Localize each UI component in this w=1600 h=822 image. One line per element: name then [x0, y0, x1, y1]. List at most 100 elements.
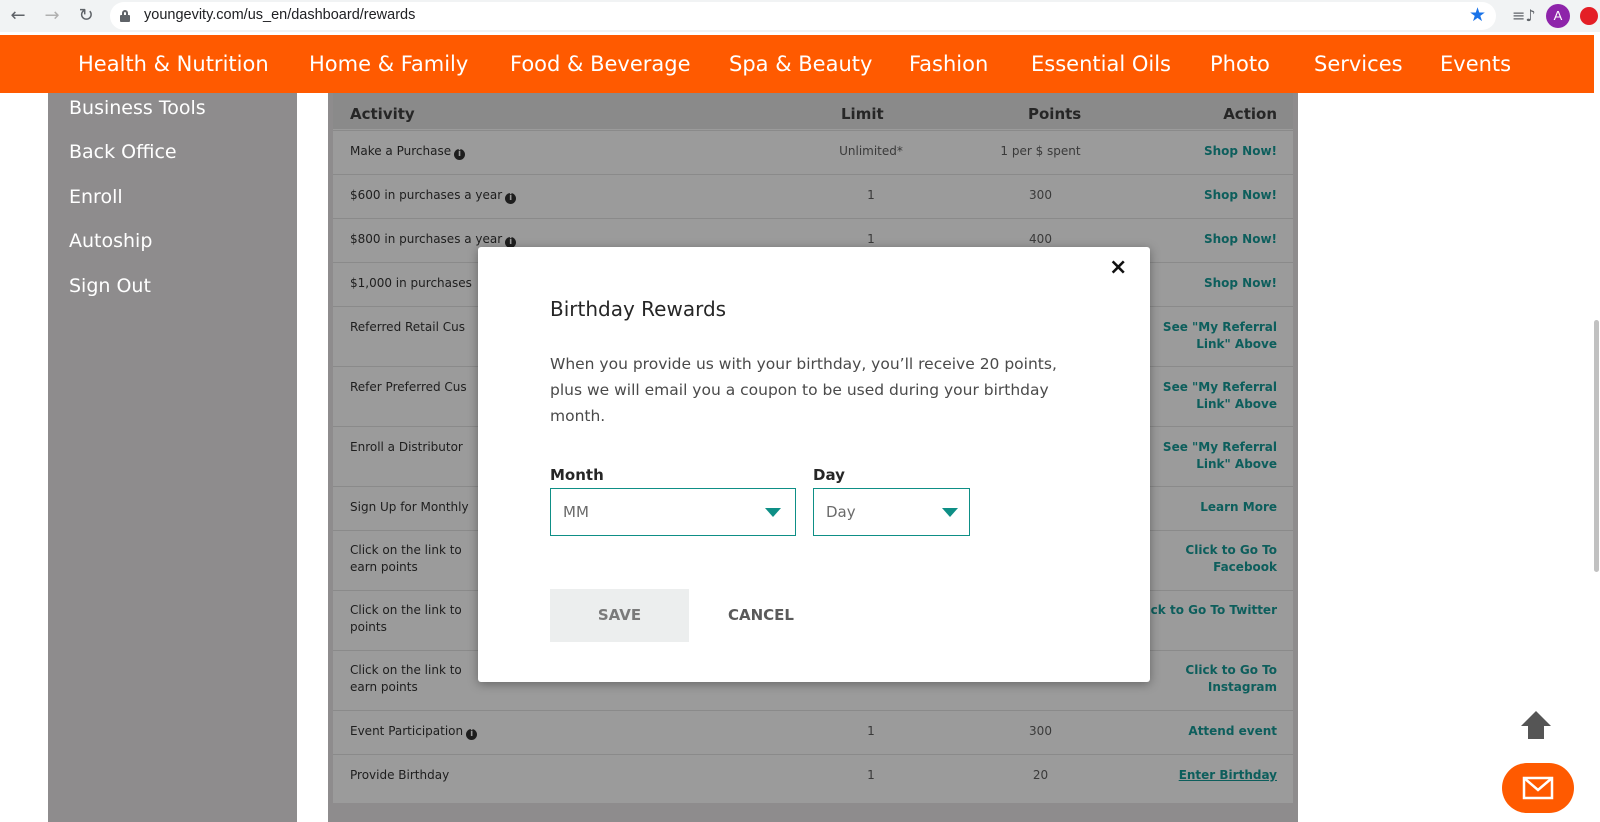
shop-now-link[interactable]: Shop Now! — [1204, 275, 1277, 292]
sidebar-item-sign-out[interactable]: Sign Out — [69, 275, 151, 297]
day-select-value: Day — [826, 503, 856, 521]
referral-link-note[interactable]: See "My Referral Link" Above — [1163, 379, 1277, 413]
twitter-link[interactable]: lick to Go To Twitter — [1142, 602, 1277, 619]
activity-cell: Event Participation i — [350, 723, 478, 740]
arrow-up-icon[interactable] — [1520, 710, 1552, 740]
month-label: Month — [550, 466, 604, 484]
activity-cell: Refer Preferred Cus — [350, 380, 467, 394]
activity-cell: $800 in purchases a year i — [350, 231, 517, 248]
nav-item-services[interactable]: Services — [1314, 52, 1403, 76]
instagram-link[interactable]: Click to Go To Instagram — [1185, 662, 1277, 696]
star-icon[interactable]: ★ — [1469, 4, 1486, 26]
nav-item-spa-beauty[interactable]: Spa & Beauty — [729, 52, 872, 76]
activity-line: Click on the link to — [350, 603, 462, 617]
arrow-back-icon[interactable]: ← — [6, 4, 30, 28]
contact-button[interactable] — [1502, 763, 1574, 813]
column-header-points: Points — [1028, 105, 1082, 123]
activity-line: earn points — [350, 560, 418, 574]
action-line: Click to Go To — [1185, 663, 1277, 677]
shop-now-link[interactable]: Shop Now! — [1204, 143, 1277, 160]
info-icon[interactable]: i — [466, 729, 478, 740]
attend-event-link[interactable]: Attend event — [1188, 723, 1277, 740]
activity-cell: Sign Up for Monthly — [350, 500, 469, 514]
activity-cell: Click on the link to earn points — [350, 662, 462, 696]
activity-text: Make a Purchase — [350, 144, 452, 158]
limit-cell: Unlimited* — [839, 144, 903, 158]
action-line: See "My Referral — [1162, 440, 1277, 454]
activity-text: $800 in purchases a year — [350, 232, 503, 246]
activity-cell: Provide Birthday — [350, 768, 450, 782]
action-line: Link" Above — [1196, 457, 1277, 471]
shop-now-link[interactable]: Shop Now! — [1204, 187, 1277, 204]
limit-cell: 1 — [867, 768, 875, 782]
referral-link-note[interactable]: See "My Referral Link" Above — [1163, 439, 1277, 473]
action-line: See "My Referral — [1162, 320, 1277, 334]
activity-line: points — [350, 620, 387, 634]
sidebar-item-back-office[interactable]: Back Office — [69, 141, 177, 163]
chevron-down-icon — [942, 508, 958, 517]
avatar[interactable]: A — [1546, 4, 1570, 28]
activity-line: Click on the link to — [350, 543, 462, 557]
nav-item-home-family[interactable]: Home & Family — [309, 52, 468, 76]
close-icon[interactable]: × — [1109, 255, 1127, 280]
activity-text: $600 in purchases a year — [350, 188, 503, 202]
table-row: Make a Purchase i Unlimited* 1 per $ spen… — [333, 130, 1293, 174]
day-select[interactable]: Day — [813, 488, 970, 536]
info-icon[interactable]: i — [454, 149, 466, 160]
scrollbar-thumb[interactable] — [1594, 320, 1599, 572]
shop-now-link[interactable]: Shop Now! — [1204, 231, 1277, 248]
save-button[interactable]: SAVE — [550, 589, 689, 642]
activity-cell: $1,000 in purchases — [350, 276, 472, 290]
media-queue-icon[interactable]: ≡♪ — [1512, 6, 1536, 25]
reload-icon[interactable]: ↻ — [74, 4, 98, 28]
day-label: Day — [813, 466, 845, 484]
points-cell: 300 — [1029, 724, 1052, 738]
enter-birthday-link[interactable]: Enter Birthday — [1179, 767, 1277, 784]
learn-more-link[interactable]: Learn More — [1200, 499, 1277, 516]
chevron-down-icon — [765, 508, 781, 517]
facebook-link[interactable]: Click to Go To Facebook — [1185, 542, 1277, 576]
column-header-action: Action — [1223, 105, 1277, 123]
lock-icon — [120, 10, 130, 22]
nav-item-fashion[interactable]: Fashion — [909, 52, 988, 76]
month-select-value: MM — [563, 503, 589, 521]
month-select[interactable]: MM — [550, 488, 796, 536]
activity-cell: Referred Retail Cus — [350, 320, 465, 334]
activity-cell: Make a Purchase i — [350, 143, 466, 160]
cancel-button[interactable]: CANCEL — [728, 589, 794, 642]
table-row: Event Participation i 1 300 Attend event — [333, 710, 1293, 754]
url-text: youngevity.com/us_en/dashboard/rewards — [144, 7, 416, 23]
sidebar-item-business-tools[interactable]: Business Tools — [69, 97, 206, 119]
action-line: See "My Referral — [1162, 380, 1277, 394]
limit-cell: 1 — [867, 188, 875, 202]
nav-item-health-nutrition[interactable]: Health & Nutrition — [78, 52, 269, 76]
modal-description: When you provide us with your birthday, … — [550, 355, 1057, 425]
column-header-activity: Activity — [350, 105, 415, 123]
birthday-rewards-modal: × Birthday Rewards When you provide us w… — [478, 247, 1150, 682]
sidebar-item-enroll[interactable]: Enroll — [69, 186, 123, 208]
nav-item-food-beverage[interactable]: Food & Beverage — [510, 52, 691, 76]
account-sidebar: Business Tools Back Office Enroll Autosh… — [48, 93, 297, 822]
activity-cell: Enroll a Distributor — [350, 440, 463, 454]
nav-item-essential-oils[interactable]: Essential Oils — [1031, 52, 1171, 76]
address-bar[interactable]: youngevity.com/us_en/dashboard/rewards ★ — [110, 2, 1496, 30]
points-cell: 300 — [1029, 188, 1052, 202]
arrow-forward-icon[interactable]: → — [40, 4, 64, 28]
info-icon[interactable]: i — [505, 193, 517, 204]
sidebar-item-autoship[interactable]: Autoship — [69, 230, 152, 252]
action-line: Click to Go To — [1185, 543, 1277, 557]
nav-item-events[interactable]: Events — [1440, 52, 1511, 76]
extension-icon[interactable] — [1580, 7, 1598, 25]
action-line: Instagram — [1207, 680, 1277, 694]
activity-text: Event Participation — [350, 724, 464, 738]
browser-toolbar: ← → ↻ youngevity.com/us_en/dashboard/rew… — [0, 0, 1600, 32]
limit-cell: 1 — [867, 724, 875, 738]
points-cell: 400 — [1029, 232, 1052, 246]
column-header-limit: Limit — [841, 105, 884, 123]
activity-cell: $600 in purchases a year i — [350, 187, 517, 204]
points-cell: 20 — [1032, 768, 1049, 782]
nav-item-photo[interactable]: Photo — [1210, 52, 1270, 76]
referral-link-note[interactable]: See "My Referral Link" Above — [1163, 319, 1277, 353]
points-cell: 1 per $ spent — [1000, 144, 1081, 158]
action-line: Facebook — [1213, 560, 1277, 574]
